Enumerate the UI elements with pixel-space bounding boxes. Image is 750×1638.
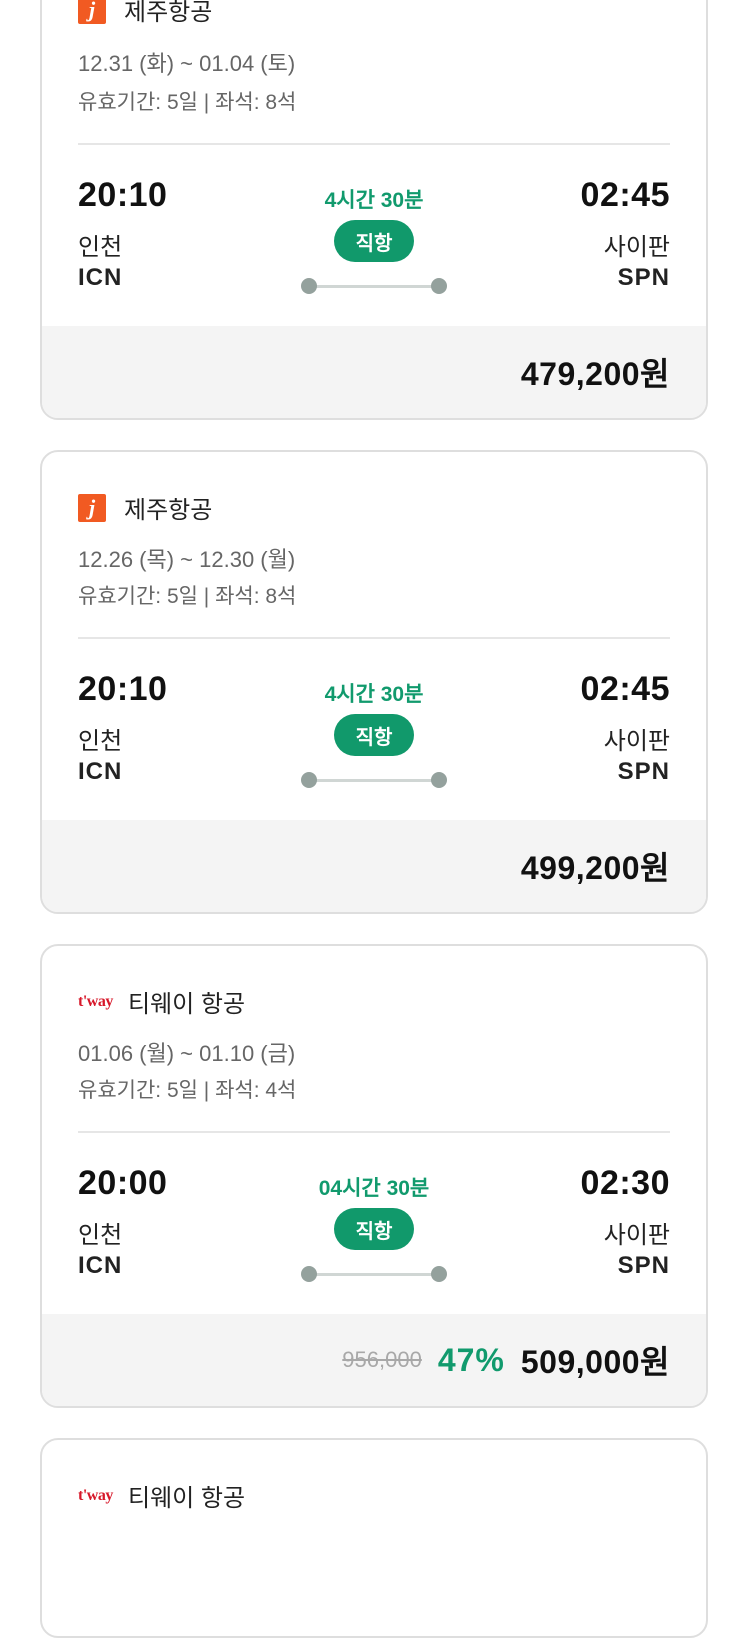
- departure-time: 20:10: [78, 670, 168, 708]
- travel-dates: 01.06 (월) ~ 01.10 (금): [78, 1041, 296, 1066]
- departure-code: ICN: [78, 264, 123, 291]
- departure-time: 20:00: [78, 1164, 168, 1202]
- flight-duration: 04시간 30분: [318, 1177, 430, 1200]
- validity-seats: 유효기간: 5일 | 좌석: 8석: [78, 91, 297, 114]
- departure-time: 20:10: [78, 176, 168, 214]
- discount-rate: 47%: [437, 1341, 505, 1378]
- departure-code: ICN: [78, 758, 123, 785]
- arrival-city: 사이판: [603, 234, 670, 261]
- arrival-code: SPN: [617, 264, 670, 291]
- arrival-city: 사이판: [603, 1222, 670, 1249]
- arrival-code: SPN: [617, 758, 670, 785]
- flight-card[interactable]: j 제주항공 12.31 (화) ~ 01.04 (토) 유효기간: 5일 | …: [40, 0, 708, 420]
- departure-city: 인천: [78, 1222, 123, 1249]
- airline-name: 티웨이 항공: [128, 1485, 246, 1512]
- validity-seats: 유효기간: 5일 | 좌석: 4석: [78, 1079, 297, 1102]
- price-bar: 956,000 47% 509,000원: [42, 1314, 706, 1406]
- tway-logo: t'way: [78, 1486, 113, 1504]
- airline-row: t'way 티웨이 항공: [78, 984, 245, 1019]
- flight-card[interactable]: j 제주항공 12.26 (목) ~ 12.30 (월) 유효기간: 5일 | …: [40, 450, 708, 914]
- route-line: [301, 772, 447, 788]
- route-line: [301, 278, 447, 294]
- divider: [78, 143, 670, 145]
- departure-code: ICN: [78, 1252, 123, 1279]
- arrival-time: 02:45: [580, 670, 670, 708]
- flight-duration: 4시간 30분: [324, 683, 424, 706]
- route-line: [301, 1266, 447, 1282]
- airline-name: 티웨이 항공: [128, 991, 246, 1018]
- arrival-time: 02:45: [580, 176, 670, 214]
- flight-card[interactable]: t'way 티웨이 항공: [40, 1438, 708, 1638]
- divider: [78, 1131, 670, 1133]
- direct-flight-badge: 직항: [334, 714, 414, 756]
- arrival-time: 02:30: [580, 1164, 670, 1202]
- price: 479,200원: [520, 356, 670, 392]
- jeju-air-logo: j: [78, 0, 106, 24]
- price: 509,000원: [520, 1344, 670, 1380]
- flight-duration: 4시간 30분: [324, 189, 424, 212]
- departure-city: 인천: [78, 234, 123, 261]
- travel-dates: 12.26 (목) ~ 12.30 (월): [78, 547, 296, 572]
- airline-row: j 제주항공: [78, 490, 212, 525]
- jeju-air-logo: j: [78, 493, 106, 522]
- price-bar: 499,200원: [42, 820, 706, 912]
- tway-logo: t'way: [78, 992, 113, 1010]
- price: 499,200원: [520, 850, 670, 886]
- airline-name: 제주항공: [124, 0, 213, 26]
- price-bar: 479,200원: [42, 326, 706, 418]
- divider: [78, 637, 670, 639]
- arrival-code: SPN: [617, 1252, 670, 1279]
- airline-name: 제주항공: [124, 497, 213, 524]
- arrival-city: 사이판: [603, 728, 670, 755]
- airline-row: j 제주항공: [78, 0, 212, 27]
- travel-dates: 12.31 (화) ~ 01.04 (토): [78, 51, 296, 76]
- direct-flight-badge: 직항: [334, 220, 414, 262]
- direct-flight-badge: 직항: [334, 1208, 414, 1250]
- flight-card[interactable]: t'way 티웨이 항공 01.06 (월) ~ 01.10 (금) 유효기간:…: [40, 944, 708, 1408]
- original-price: 956,000: [342, 1347, 422, 1372]
- departure-city: 인천: [78, 728, 123, 755]
- airline-row: t'way 티웨이 항공: [78, 1478, 245, 1513]
- validity-seats: 유효기간: 5일 | 좌석: 8석: [78, 585, 297, 608]
